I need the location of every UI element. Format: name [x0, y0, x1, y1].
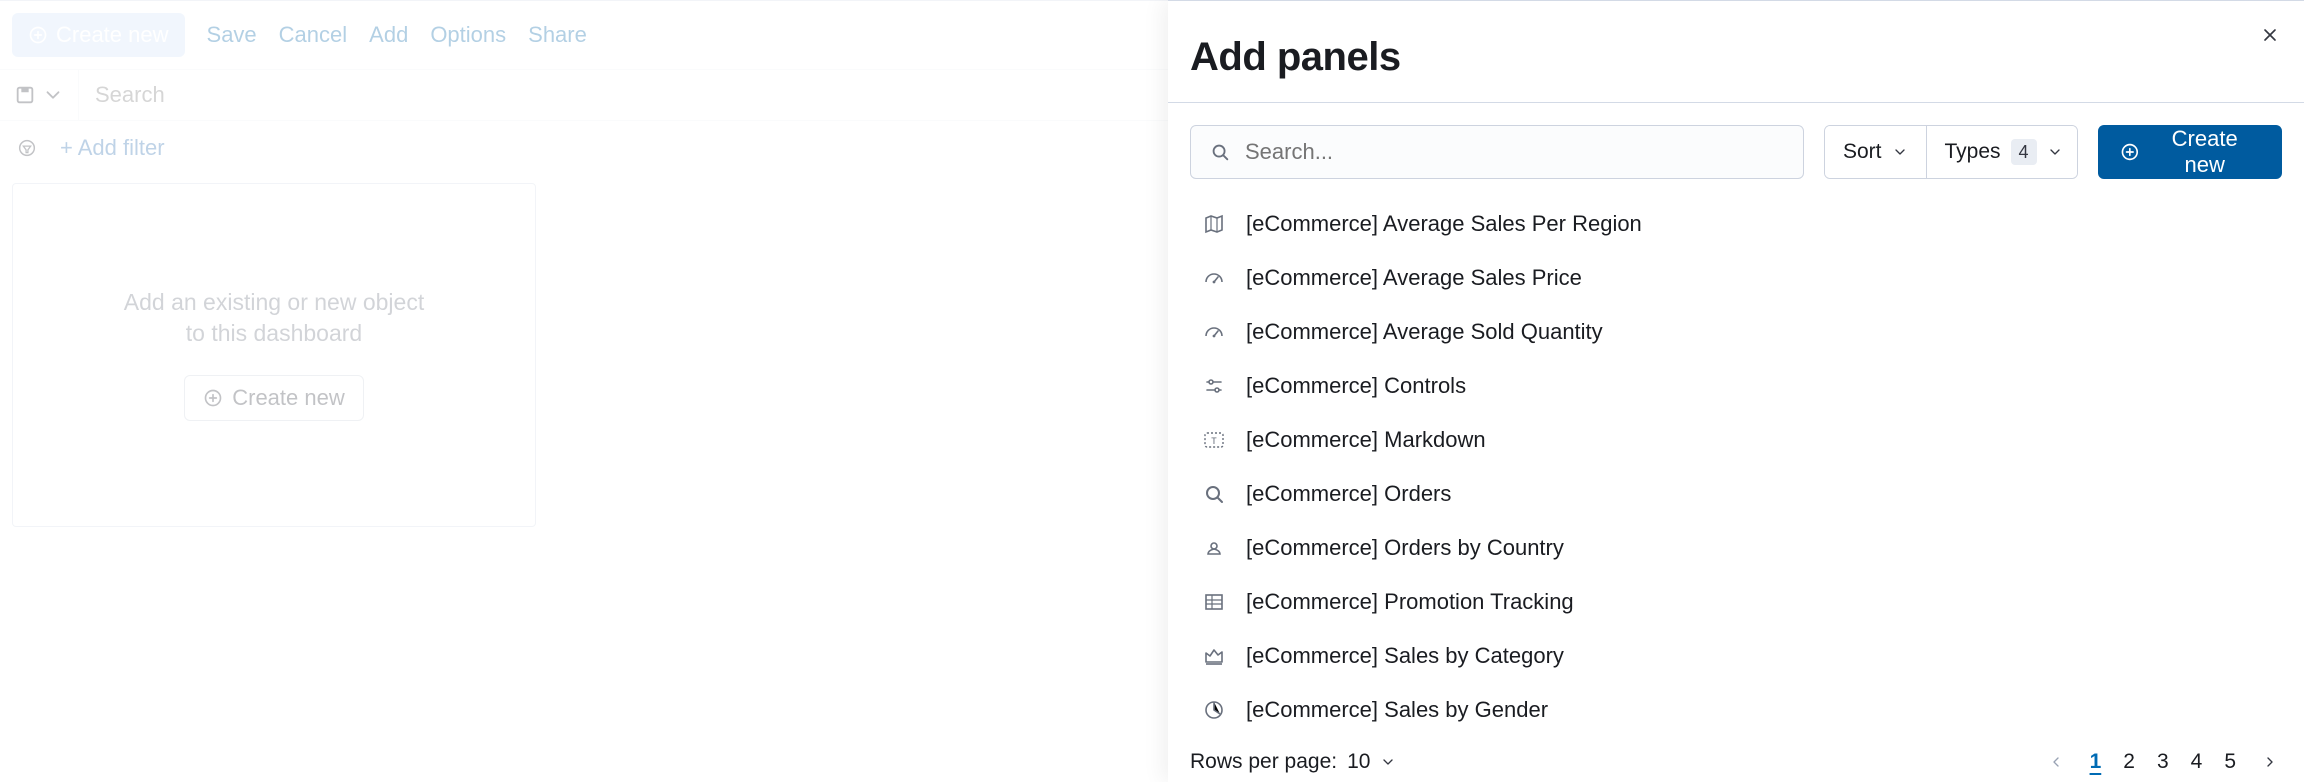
chevron-down-icon: [2047, 144, 2063, 160]
panel-item-label: [eCommerce] Sales by Category: [1246, 643, 1564, 669]
panel-list: [eCommerce] Average Sales Per Region [eCo…: [1190, 197, 2282, 737]
gauge-icon: [1202, 320, 1226, 344]
panel-list-item[interactable]: [eCommerce] Average Sales Price: [1190, 251, 2282, 305]
close-button[interactable]: [2256, 21, 2284, 49]
panel-list-item[interactable]: [eCommerce] Average Sales Per Region: [1190, 197, 2282, 251]
panel-item-label: [eCommerce] Average Sold Quantity: [1246, 319, 1603, 345]
flyout-create-label: Create new: [2149, 126, 2260, 178]
share-link[interactable]: Share: [528, 22, 587, 48]
table-icon: [1202, 590, 1226, 614]
filter-group: Sort Types 4: [1824, 125, 2078, 179]
create-new-button[interactable]: Create new: [12, 13, 185, 57]
panel-list-item[interactable]: [eCommerce] Markdown: [1190, 413, 2282, 467]
plus-circle-icon: [2120, 142, 2140, 162]
panel-item-label: [eCommerce] Controls: [1246, 373, 1466, 399]
empty-create-label: Create new: [232, 385, 345, 411]
types-label: Types: [1945, 140, 2001, 164]
panel-item-label: [eCommerce] Orders: [1246, 481, 1451, 507]
gauge-icon: [1202, 266, 1226, 290]
rows-per-page-value: 10: [1347, 750, 1370, 774]
flyout-body: Sort Types 4 Create new [eCommerce] Aver…: [1168, 103, 2304, 738]
add-link[interactable]: Add: [369, 22, 408, 48]
markdown-icon: [1202, 428, 1226, 452]
chevron-left-icon: [2048, 754, 2064, 770]
flyout-footer: Rows per page: 10 12345: [1168, 738, 2304, 782]
options-link[interactable]: Options: [430, 22, 506, 48]
panel-list-item[interactable]: [eCommerce] Promotion Tracking: [1190, 575, 2282, 629]
empty-line-2: to this dashboard: [186, 320, 362, 347]
plus-circle-icon: [28, 25, 48, 45]
panel-list-item[interactable]: [eCommerce] Orders: [1190, 467, 2282, 521]
filter-icon[interactable]: [16, 137, 38, 159]
pagination: 12345: [2044, 750, 2282, 774]
panel-item-label: [eCommerce] Average Sales Per Region: [1246, 211, 1642, 237]
search-icon: [1209, 141, 1231, 163]
cancel-link[interactable]: Cancel: [279, 22, 347, 48]
panel-item-label: [eCommerce] Sales by Gender: [1246, 697, 1548, 723]
panel-item-label: [eCommerce] Average Sales Price: [1246, 265, 1582, 291]
panel-item-label: [eCommerce] Promotion Tracking: [1246, 589, 1574, 615]
empty-line-1: Add an existing or new object: [124, 289, 424, 316]
save-link[interactable]: Save: [207, 22, 257, 48]
types-count-badge: 4: [2011, 139, 2037, 165]
page-1[interactable]: 1: [2090, 750, 2102, 774]
area-icon: [1202, 644, 1226, 668]
chevron-down-icon: [1892, 144, 1908, 160]
controls-row: Sort Types 4 Create new: [1190, 125, 2282, 179]
search-icon: [1202, 482, 1226, 506]
flyout-title: Add panels: [1190, 35, 1401, 80]
panel-list-item[interactable]: [eCommerce] Controls: [1190, 359, 2282, 413]
flyout-create-new-button[interactable]: Create new: [2098, 125, 2282, 179]
page-2[interactable]: 2: [2123, 750, 2135, 774]
types-dropdown[interactable]: Types 4: [1926, 126, 2078, 178]
geo-icon: [1202, 536, 1226, 560]
page-5[interactable]: 5: [2224, 750, 2236, 774]
close-icon: [2260, 25, 2280, 45]
add-panels-flyout: Add panels Sort Types 4: [1168, 0, 2304, 782]
panel-list-item[interactable]: [eCommerce] Average Sold Quantity: [1190, 305, 2282, 359]
query-bar: [0, 69, 1168, 121]
dashboard-editor: Create new Save Cancel Add Options Share…: [0, 0, 1168, 782]
add-filter-button[interactable]: + Add filter: [60, 135, 165, 161]
flyout-header: Add panels: [1168, 1, 2304, 103]
sort-label: Sort: [1843, 140, 1882, 164]
panel-item-label: [eCommerce] Orders by Country: [1246, 535, 1564, 561]
chevron-right-icon: [2262, 754, 2278, 770]
save-icon: [14, 84, 36, 106]
saved-query-picker[interactable]: [0, 70, 79, 120]
page-4[interactable]: 4: [2191, 750, 2203, 774]
rows-per-page-selector[interactable]: Rows per page: 10: [1190, 750, 1396, 774]
empty-create-new-button[interactable]: Create new: [184, 375, 364, 421]
panel-list-item[interactable]: [eCommerce] Sales by Gender: [1190, 683, 2282, 737]
page-next[interactable]: [2258, 750, 2282, 774]
chevron-down-icon: [1380, 754, 1396, 770]
sort-dropdown[interactable]: Sort: [1825, 126, 1926, 178]
panel-item-label: [eCommerce] Markdown: [1246, 427, 1486, 453]
pie-icon: [1202, 698, 1226, 722]
rows-per-page-label: Rows per page:: [1190, 750, 1337, 774]
page-prev[interactable]: [2044, 750, 2068, 774]
filter-bar: + Add filter: [0, 121, 1168, 175]
chevron-down-icon: [42, 84, 64, 106]
panel-list-item[interactable]: [eCommerce] Orders by Country: [1190, 521, 2282, 575]
panel-search-box[interactable]: [1190, 125, 1804, 179]
query-input[interactable]: [79, 70, 1168, 120]
panel-list-item[interactable]: [eCommerce] Sales by Category: [1190, 629, 2282, 683]
panel-search-input[interactable]: [1245, 139, 1785, 165]
toolbar: Create new Save Cancel Add Options Share: [0, 1, 1168, 69]
map-icon: [1202, 212, 1226, 236]
plus-circle-icon: [203, 388, 223, 408]
sliders-icon: [1202, 374, 1226, 398]
empty-dashboard-panel: Add an existing or new object to this da…: [12, 183, 536, 527]
create-new-label: Create new: [56, 22, 169, 48]
page-3[interactable]: 3: [2157, 750, 2169, 774]
